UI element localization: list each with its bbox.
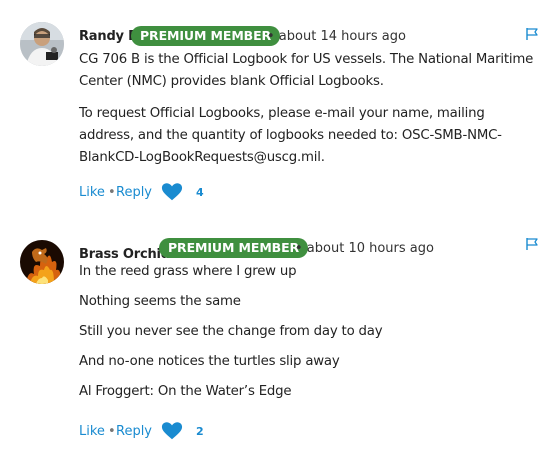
like-count: 4 (196, 186, 204, 199)
author-name[interactable]: Brass Orchid (79, 247, 170, 262)
premium-member-badge: PREMIUM MEMBER (159, 238, 309, 258)
like-link[interactable]: Like (79, 424, 105, 439)
separator-dot: • (108, 185, 116, 200)
separator-dot: • (108, 424, 116, 439)
comment-text-line: address, and the quantity of logbooks ne… (79, 128, 502, 143)
author-name[interactable]: Randy B (79, 29, 138, 44)
timestamp: • about 10 hours ago (295, 241, 434, 256)
comment-actions: Like • Reply 4 (79, 183, 279, 205)
comment-text-line: To request Official Logbooks, please e-m… (79, 106, 485, 121)
like-count: 2 (196, 425, 204, 438)
comment-text-line: Still you never see the change from day … (79, 324, 383, 339)
flag-icon[interactable] (525, 26, 539, 40)
reply-link[interactable]: Reply (116, 185, 152, 200)
comment-2: Brass Orchid PREMIUM MEMBER • about 10 h… (0, 230, 548, 462)
comment-1: Randy B PREMIUM MEMBER • about 14 hours … (0, 0, 548, 230)
comment-text-line: Nothing seems the same (79, 294, 241, 309)
heart-icon[interactable] (161, 420, 183, 442)
reply-link[interactable]: Reply (116, 424, 152, 439)
like-link[interactable]: Like (79, 185, 105, 200)
comment-text-line: BlankCD-LogBookRequests@uscg.mil. (79, 150, 325, 165)
timestamp: • about 14 hours ago (267, 29, 406, 44)
comment-text-line: CG 706 B is the Official Logbook for US … (79, 52, 534, 67)
flag-icon[interactable] (525, 236, 539, 250)
premium-member-badge: PREMIUM MEMBER (131, 26, 281, 46)
comment-actions: Like • Reply 2 (79, 422, 279, 444)
comment-text-line: And no-one notices the turtles slip away (79, 354, 340, 369)
heart-icon[interactable] (161, 181, 183, 203)
avatar-brass-orchid[interactable] (20, 240, 64, 284)
comment-text-line: Center (NMC) provides blank Official Log… (79, 74, 384, 89)
comment-text-line: In the reed grass where I grew up (79, 264, 297, 279)
comment-text-line: Al Froggert: On the Water’s Edge (79, 384, 292, 399)
avatar-randy-b[interactable] (20, 22, 64, 66)
